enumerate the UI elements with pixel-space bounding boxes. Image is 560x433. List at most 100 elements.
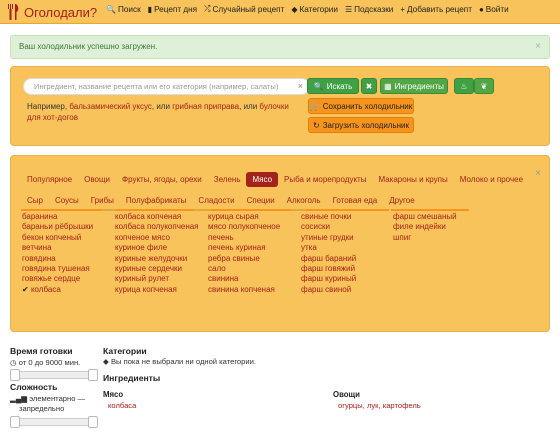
category-tab[interactable]: Популярное: [21, 172, 78, 187]
ingredient-item[interactable]: курица копченая: [115, 285, 199, 295]
ingredient-item[interactable]: утка: [301, 243, 356, 253]
ingredient-item[interactable]: сосиски: [301, 222, 356, 232]
category-tab[interactable]: Сыр: [21, 193, 49, 208]
search-button[interactable]: 🔍 Искать: [307, 78, 359, 94]
time-slider-min-handle[interactable]: [10, 369, 20, 381]
ingredient-item[interactable]: ✔ колбаса: [22, 285, 93, 295]
ingredient-item[interactable]: копченое мясо: [115, 233, 199, 243]
ingredients-button[interactable]: ▦ Ингредиенты: [380, 78, 448, 94]
nav-item-user[interactable]: ● Войти: [479, 5, 509, 14]
alert-close-icon[interactable]: ×: [535, 41, 541, 52]
ingredients-title: Ингредиенты: [103, 373, 161, 383]
ingredient-item[interactable]: фарш свиной: [301, 285, 356, 295]
ingredient-item[interactable]: говядина: [22, 254, 93, 264]
difficulty-slider-max-handle[interactable]: [88, 416, 98, 428]
nav-label: Категории: [299, 4, 338, 14]
nav-item-tags[interactable]: ◆ Категории: [291, 5, 338, 14]
search-input[interactable]: Ингредиент, название рецепта или его кат…: [23, 78, 310, 95]
category-tab[interactable]: Соусы: [49, 193, 85, 208]
ingredient-item[interactable]: свиные почки: [301, 212, 356, 222]
category-tab[interactable]: Специи: [241, 193, 281, 208]
ingredient-item[interactable]: бекон копченый: [22, 233, 93, 243]
group-veg-items[interactable]: огурцы, лук, картофель: [338, 401, 421, 410]
ingredient-item[interactable]: сало: [208, 264, 280, 274]
category-tab[interactable]: Алкоголь: [281, 193, 327, 208]
ingredient-item[interactable]: шпиг: [393, 233, 457, 243]
leaf-icon: ❦: [480, 81, 488, 91]
ingredient-item[interactable]: фарш куриный: [301, 274, 356, 284]
cart-icon: 🛒: [309, 101, 320, 111]
ingredient-item[interactable]: фарш бараний: [301, 254, 356, 264]
category-tab[interactable]: Мясо: [246, 171, 279, 187]
search-icon: 🔍: [106, 4, 116, 14]
category-tabs-row-1: Популярное Овощи Фрукты, ягоды, орехи Зелен…: [21, 170, 529, 188]
category-tab[interactable]: Фрукты, ягоды, орехи: [116, 172, 208, 187]
ingredient-item[interactable]: куриный рулет: [115, 274, 199, 284]
ingredient-item[interactable]: ветчина: [22, 243, 93, 253]
ingredient-label: говядина: [22, 253, 56, 263]
clear-search-icon[interactable]: ×: [298, 81, 303, 91]
ingredient-item[interactable]: куриные сердечки: [115, 264, 199, 274]
tag-icon: ◆: [103, 357, 109, 366]
ingredient-item[interactable]: колбаса полукопченая: [115, 222, 199, 232]
ingredient-item[interactable]: фарш говяжий: [301, 264, 356, 274]
time-slider[interactable]: [10, 369, 98, 381]
nav-item-list[interactable]: ☰ Подсказки: [345, 5, 393, 14]
ingredient-label: фарш свиной: [301, 284, 352, 294]
list-icon: ☰: [344, 4, 353, 14]
group-meat-items[interactable]: колбаса: [108, 401, 136, 410]
leaf-toggle-button[interactable]: ❦: [474, 78, 494, 94]
ingredient-item[interactable]: печень: [208, 233, 280, 243]
ingredient-item[interactable]: свинина: [208, 274, 280, 284]
ingredient-item[interactable]: мясо полукопченое: [208, 222, 280, 232]
ingredient-item[interactable]: утиные грудки: [301, 233, 356, 243]
nav-item-plus[interactable]: + Добавить рецепт: [400, 5, 472, 14]
ingredient-item[interactable]: куриные желудочки: [115, 254, 199, 264]
save-fridge-button[interactable]: 🛒 Сохранить холодильник: [308, 98, 414, 114]
ingredient-item[interactable]: фарш смешаный: [393, 212, 457, 222]
difficulty-slider[interactable]: [10, 416, 98, 428]
category-tab[interactable]: Макароны и крупы: [372, 172, 453, 187]
fire-toggle-button[interactable]: ♨: [454, 78, 474, 94]
ingredient-item[interactable]: печень куриная: [208, 243, 280, 253]
ingredient-label: утиные грудки: [301, 232, 354, 242]
search-icon: 🔍: [313, 81, 324, 91]
ingredient-item[interactable]: филе индейки: [393, 222, 457, 232]
close-panel-icon[interactable]: ×: [535, 168, 541, 179]
example-link[interactable]: грибная приправа: [172, 102, 239, 111]
time-slider-max-handle[interactable]: [88, 369, 98, 381]
tab-underline-tail: [391, 209, 469, 211]
ingredient-item[interactable]: ребра свиные: [208, 254, 280, 264]
ingredient-item[interactable]: курица сырая: [208, 212, 280, 222]
ingredient-label: сало: [208, 264, 226, 274]
category-tab[interactable]: Молоко и прочее: [454, 172, 529, 187]
category-tab[interactable]: Другое: [383, 193, 420, 208]
ingredient-item[interactable]: бараньи рёбрышки: [22, 222, 93, 232]
ingredient-item[interactable]: говяжье сердце: [22, 274, 93, 284]
example-link[interactable]: бальзамический уксус: [69, 102, 152, 111]
ingredient-item[interactable]: говядина тушеная: [22, 264, 93, 274]
ingredient-item[interactable]: куриное филе: [115, 243, 199, 253]
grid-icon: ▦: [384, 81, 392, 91]
search-placeholder: Ингредиент, название рецепта или его кат…: [34, 82, 279, 91]
nav-item-shuffle[interactable]: ⤮ Случайный рецепт: [204, 4, 284, 14]
ingredient-item[interactable]: свинина копченая: [208, 285, 280, 295]
category-tab[interactable]: Сладости: [192, 193, 240, 208]
category-tab[interactable]: Грибы: [85, 193, 120, 208]
ingredient-label: колбаса: [30, 284, 61, 294]
ingredient-column: свиные почки сосиски утиные грудки утка фарш…: [301, 212, 356, 295]
category-tab[interactable]: Овощи: [78, 172, 116, 187]
load-fridge-button[interactable]: ↻ Загрузить холодильник: [308, 117, 414, 133]
difficulty-slider-min-handle[interactable]: [10, 416, 20, 428]
brand-logo-link[interactable]: Оголодали?: [6, 2, 97, 22]
category-tab[interactable]: Зелень: [208, 172, 247, 187]
nav-item-search[interactable]: 🔍 Поиск: [106, 5, 141, 14]
ingredient-item[interactable]: колбаса копченая: [115, 212, 199, 222]
category-tab[interactable]: Рыба и морепродукты: [278, 172, 372, 187]
ingredient-item[interactable]: баранина: [22, 212, 93, 222]
category-tab[interactable]: Готовая еда: [327, 193, 384, 208]
nav-item-book[interactable]: ▮ Рецепт дня: [148, 5, 197, 14]
ingredient-label: сосиски: [301, 222, 330, 232]
reset-button[interactable]: ✖: [361, 78, 377, 94]
category-tab[interactable]: Полуфабрикаты: [120, 193, 193, 208]
